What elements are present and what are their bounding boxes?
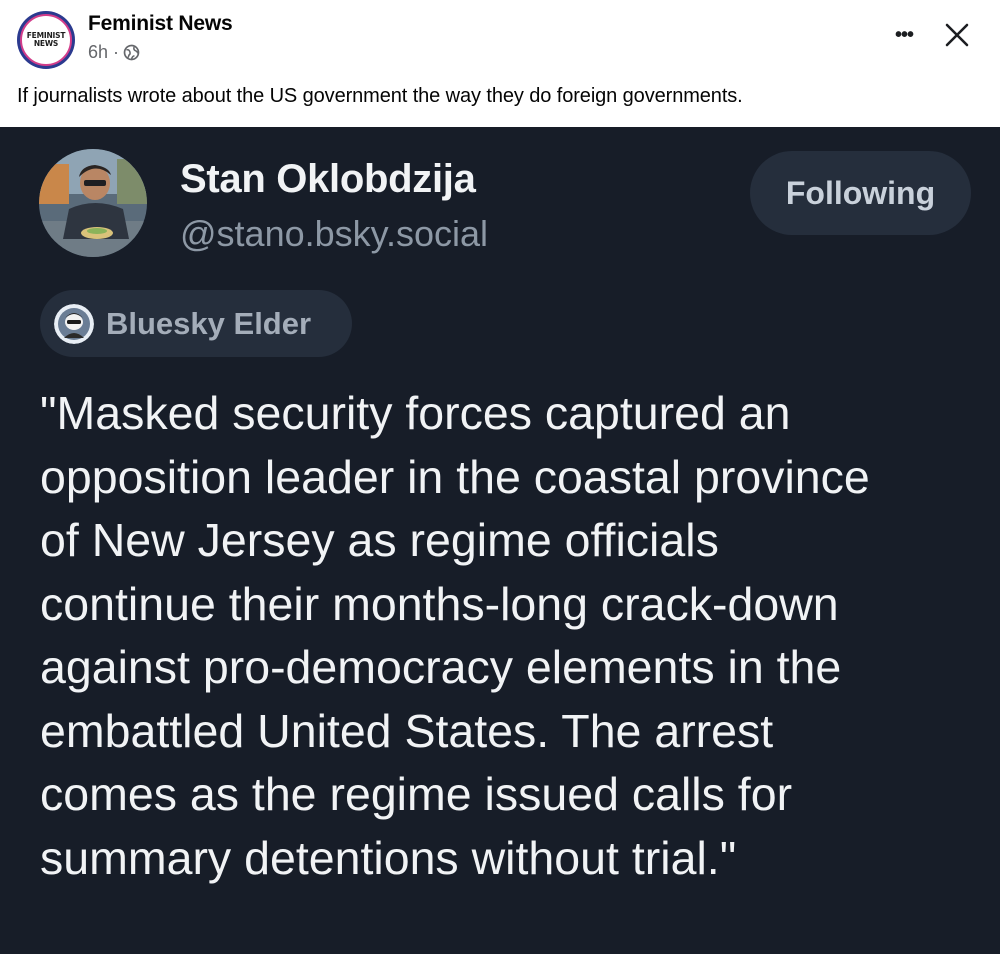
page-avatar-logo: FEMINIST NEWS: [20, 14, 72, 66]
close-icon[interactable]: [943, 21, 971, 49]
following-button: Following: [750, 151, 971, 235]
author-handle: @stano.bsky.social: [180, 213, 489, 254]
page-avatar[interactable]: FEMINIST NEWS: [17, 11, 75, 69]
author-photo: [39, 149, 147, 257]
post-meta: 6h ·: [88, 42, 140, 63]
globe-icon: [123, 44, 140, 61]
author-avatar: [39, 149, 147, 257]
page-name-link[interactable]: Feminist News: [88, 12, 233, 36]
badge-avatar-icon: [54, 303, 94, 344]
post-timestamp[interactable]: 6h ·: [88, 42, 119, 63]
more-options-icon[interactable]: •••: [890, 22, 918, 48]
author-name: Stan Oklobdzija: [180, 157, 476, 201]
post-header: FEMINIST NEWS Feminist News 6h · ••• If …: [0, 0, 1000, 127]
embedded-post-text: "Masked security forces captured an oppo…: [40, 387, 870, 884]
elder-badge: Bluesky Elder: [40, 290, 352, 357]
post-caption: If journalists wrote about the US govern…: [17, 85, 743, 107]
badge-label: Bluesky Elder: [106, 305, 312, 341]
embedded-post-image[interactable]: Stan Oklobdzija @stano.bsky.social Follo…: [0, 127, 1000, 954]
page-avatar-text-line2: NEWS: [33, 39, 59, 48]
